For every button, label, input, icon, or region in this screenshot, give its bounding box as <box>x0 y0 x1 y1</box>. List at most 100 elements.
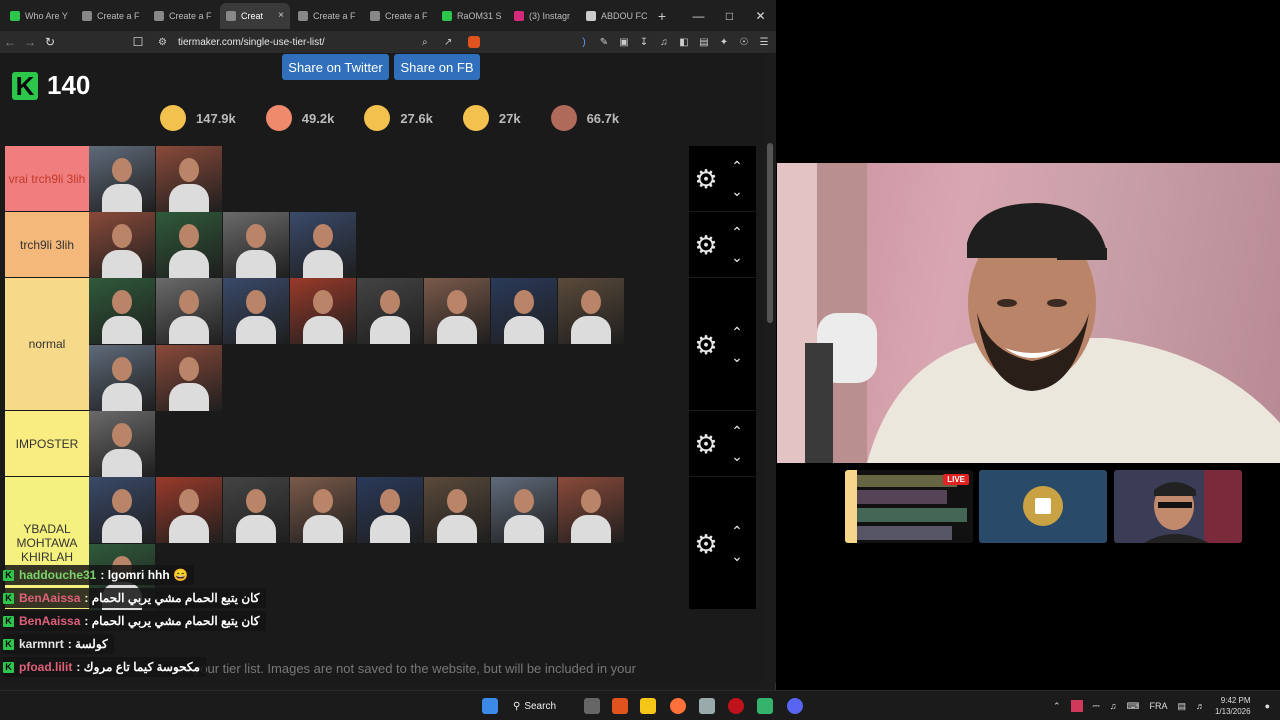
camera-off-thumbnail[interactable] <box>979 470 1107 543</box>
task-view-icon[interactable] <box>584 698 600 714</box>
url-field[interactable]: ⚙ tiermaker.com/single-use-tier-list/ ⌕ … <box>150 31 480 53</box>
brave-shield-icon[interactable] <box>468 36 480 48</box>
browser-tab[interactable]: Creat × <box>220 2 290 29</box>
tier-item-image[interactable] <box>89 146 155 212</box>
reaction-button[interactable]: 27k <box>462 103 521 133</box>
gear-icon[interactable]: ⚙ <box>693 431 719 457</box>
sidebar-icon[interactable]: ◧ <box>678 36 690 48</box>
browser-tab[interactable]: Create a F <box>364 3 434 29</box>
tier-item-image[interactable] <box>223 477 289 543</box>
site-info-icon[interactable]: ⚙ <box>158 37 167 48</box>
chevron-up-icon[interactable]: ⌃ <box>727 325 747 339</box>
page-scrollbar[interactable] <box>764 53 776 683</box>
microphone-icon[interactable]: ♫ <box>1110 701 1117 711</box>
browser-tab[interactable]: (3) Instagr <box>508 3 578 29</box>
clock[interactable]: 9:42 PM 1/13/2026 <box>1215 695 1251 717</box>
tier-item-image[interactable] <box>558 278 624 344</box>
chevron-down-icon[interactable]: ⌄ <box>727 449 747 463</box>
chevron-up-icon[interactable]: ⌃ <box>727 159 747 173</box>
taskbar-search[interactable]: ⚲ Search <box>513 698 556 714</box>
chat-username[interactable]: pfoad.lilit <box>19 660 72 674</box>
guest-cam-thumbnail[interactable] <box>1114 470 1242 543</box>
download-icon[interactable]: ↧ <box>638 36 650 48</box>
keyboard-icon[interactable]: ⌨ <box>1126 701 1139 712</box>
minimize-icon[interactable]: — <box>683 0 714 31</box>
tier-label[interactable]: vrai trch9li 3lih <box>5 146 89 211</box>
language-indicator[interactable]: FRA <box>1149 701 1167 711</box>
tier-item-image[interactable] <box>290 212 356 278</box>
vpn-icon[interactable]: ☉ <box>738 36 750 48</box>
tier-item-image[interactable] <box>89 477 155 543</box>
discord-icon[interactable] <box>787 698 803 714</box>
wallet-icon[interactable]: ▤ <box>698 36 710 48</box>
gear-icon[interactable]: ⚙ <box>693 332 719 358</box>
tier-item-image[interactable] <box>491 278 557 344</box>
browser-tab[interactable]: Create a F <box>148 3 218 29</box>
leo-icon[interactable]: ✦ <box>718 36 730 48</box>
tier-item-image[interactable] <box>89 212 155 278</box>
recorder-icon[interactable] <box>728 698 744 714</box>
bookmark-icon[interactable]: ☐ <box>128 32 148 52</box>
tier-item-image[interactable] <box>558 477 624 543</box>
reload-icon[interactable]: ↻ <box>40 32 60 52</box>
tier-item-image[interactable] <box>156 278 222 344</box>
reaction-button[interactable]: 27.6k <box>364 103 433 133</box>
zoom-icon[interactable]: ⌕ <box>422 37 428 48</box>
brave-icon[interactable] <box>612 698 628 714</box>
usb-icon[interactable]: ⎓ <box>1093 701 1100 712</box>
app-icon[interactable] <box>757 698 773 714</box>
notification-icon[interactable]: ● <box>1265 701 1270 711</box>
tier-item-image[interactable] <box>357 477 423 543</box>
chevron-down-icon[interactable]: ⌄ <box>727 350 747 364</box>
chevron-up-icon[interactable]: ⌃ <box>727 524 747 538</box>
chevron-down-icon[interactable]: ⌄ <box>727 250 747 264</box>
gear-icon[interactable]: ⚙ <box>693 232 719 258</box>
browser-tab[interactable]: Create a F <box>292 3 362 29</box>
gear-icon[interactable]: ⚙ <box>693 531 719 557</box>
tier-item-image[interactable] <box>156 477 222 543</box>
network-icon[interactable]: ▤ <box>1177 701 1186 712</box>
browser-tab[interactable]: ABDOU FC <box>580 3 650 29</box>
voice-icon[interactable]: ) <box>578 36 590 48</box>
tier-label[interactable]: normal <box>5 278 89 410</box>
share-icon[interactable]: ↗ <box>444 37 452 48</box>
tier-item-image[interactable] <box>290 477 356 543</box>
new-tab-button[interactable]: + <box>652 8 672 24</box>
tier-label[interactable]: IMPOSTER <box>5 411 89 476</box>
reaction-button[interactable]: 49.2k <box>265 103 334 133</box>
settings-icon[interactable] <box>699 698 715 714</box>
browser-tab[interactable]: Create a F <box>76 3 146 29</box>
forward-icon[interactable]: → <box>20 32 40 52</box>
media-icon[interactable]: ♫ <box>658 36 670 48</box>
tier-item-image[interactable] <box>89 345 155 411</box>
chevron-up-icon[interactable]: ⌃ <box>1053 701 1061 712</box>
tier-item-image[interactable] <box>223 212 289 278</box>
tier-label[interactable]: trch9li 3lih <box>5 212 89 277</box>
browser-tab[interactable]: RaOM31 S <box>436 3 506 29</box>
chevron-down-icon[interactable]: ⌄ <box>727 184 747 198</box>
tier-item-image[interactable] <box>89 411 155 477</box>
maximize-icon[interactable]: □ <box>714 0 745 31</box>
chevron-up-icon[interactable]: ⌃ <box>727 424 747 438</box>
tier-item-image[interactable] <box>424 278 490 344</box>
gear-icon[interactable]: ⚙ <box>693 166 719 192</box>
tier-item-image[interactable] <box>156 146 222 212</box>
tier-item-image[interactable] <box>424 477 490 543</box>
tier-item-image[interactable] <box>357 278 423 344</box>
chat-username[interactable]: karmnrt <box>19 637 64 651</box>
tier-item-image[interactable] <box>156 212 222 278</box>
share-twitter-button[interactable]: Share on Twitter <box>282 54 389 80</box>
tier-item-image[interactable] <box>491 477 557 543</box>
tab-close-icon[interactable]: × <box>278 10 284 21</box>
tray-app-icon[interactable] <box>1070 700 1083 712</box>
scrollbar-thumb[interactable] <box>767 143 773 323</box>
back-icon[interactable]: ← <box>0 32 20 52</box>
chat-username[interactable]: BenAaissa <box>19 591 80 605</box>
firefox-icon[interactable] <box>670 698 686 714</box>
tierlist-preview-thumbnail[interactable]: LIVE <box>845 470 973 543</box>
reaction-button[interactable]: 147.9k <box>160 103 236 133</box>
menu-icon[interactable]: ☰ <box>758 36 770 48</box>
screenshot-icon[interactable]: ▣ <box>618 36 630 48</box>
file-explorer-icon[interactable] <box>640 698 656 714</box>
tier-item-image[interactable] <box>156 345 222 411</box>
